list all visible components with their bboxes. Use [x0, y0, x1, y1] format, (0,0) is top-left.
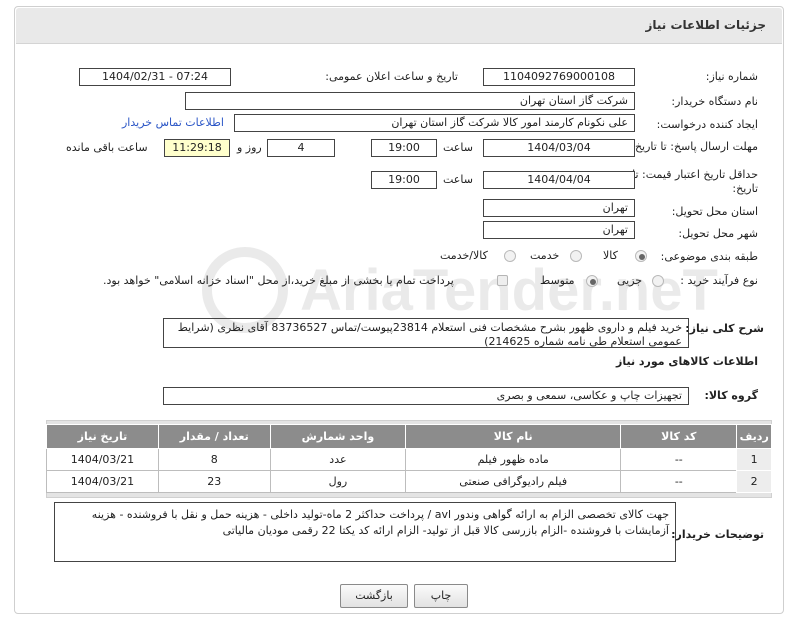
item-quantity: 8	[157, 448, 271, 471]
item-unit: عدد	[269, 448, 407, 471]
item-code: --	[620, 448, 738, 471]
process-option-medium: متوسط	[540, 274, 575, 287]
deadline-time-field[interactable]: 19:00	[371, 139, 437, 157]
item-need-date: 1404/03/21	[46, 448, 159, 471]
table-row[interactable]: 2 -- فیلم رادیوگرافی صنعتی رول 23 1404/0…	[46, 470, 772, 493]
need-number-label: شماره نیاز:	[705, 70, 758, 83]
row-number: 2	[736, 470, 772, 493]
item-need-date: 1404/03/21	[46, 470, 159, 493]
province-label: استان محل تحویل:	[671, 205, 758, 218]
col-unit: واحد شمارش	[269, 424, 407, 449]
buyer-org-label: نام دستگاه خریدار:	[671, 95, 758, 108]
days-label: روز و	[237, 141, 262, 154]
deadline-label: مهلت ارسال پاسخ: تا تاریخ:	[631, 140, 758, 153]
deadline-date-field[interactable]: 1404/03/04	[483, 139, 635, 157]
panel-header: جزئیات اطلاعات نیاز	[16, 8, 782, 44]
validity-time-field[interactable]: 19:00	[371, 171, 437, 189]
back-button[interactable]: بازگشت	[340, 584, 408, 608]
process-radio-minor[interactable]	[652, 275, 664, 287]
row-number: 1	[736, 448, 772, 471]
items-table: ردیف کد کالا نام کالا واحد شمارش تعداد /…	[46, 424, 772, 493]
announce-field[interactable]: 1404/02/31 - 07:24	[79, 68, 231, 86]
creator-field[interactable]: علی نکونام کارمند امور کالا شرکت گاز است…	[234, 114, 635, 132]
city-field[interactable]: تهران	[483, 221, 635, 239]
process-label: نوع فرآیند خرید :	[680, 274, 758, 287]
category-label: طبقه بندی موضوعی:	[660, 250, 758, 263]
category-radio-goods[interactable]	[635, 250, 647, 262]
payment-note: پرداخت تمام یا بخشی از مبلغ خرید،از محل …	[103, 274, 454, 287]
print-button[interactable]: چاپ	[414, 584, 468, 608]
item-quantity: 23	[157, 470, 271, 493]
item-code: --	[620, 470, 738, 493]
validity-label: حداقل تاریخ اعتبار قیمت: تا تاریخ:	[632, 168, 758, 195]
buyer-notes-field[interactable]: جهت کالای تخصصی الزام به ارائه گواهی وند…	[54, 502, 676, 562]
treasury-payment-checkbox[interactable]	[497, 275, 508, 286]
deadline-time-label: ساعت	[443, 141, 473, 154]
process-option-minor: جزیی	[617, 274, 643, 287]
category-radio-both[interactable]	[504, 250, 516, 262]
table-row[interactable]: 1 -- ماده ظهور فیلم عدد 8 1404/03/21	[46, 448, 772, 471]
buyer-org-field[interactable]: شرکت گاز استان تهران	[185, 92, 635, 110]
validity-time-label: ساعت	[443, 173, 473, 186]
col-item-name: نام کالا	[405, 424, 622, 449]
col-item-code: کد کالا	[620, 424, 738, 449]
goods-group-field[interactable]: تجهیزات چاپ و عکاسی، سمعی و بصری	[163, 387, 689, 405]
summary-field[interactable]: خرید فیلم و داروی ظهور بشرح مشخصات فنی ا…	[163, 318, 689, 348]
validity-date-field[interactable]: 1404/04/04	[483, 171, 635, 189]
remaining-time-field: 11:29:18	[164, 139, 230, 157]
item-name: ماده ظهور فیلم	[405, 448, 622, 471]
announce-label: تاریخ و ساعت اعلان عمومی:	[325, 70, 458, 83]
item-name: فیلم رادیوگرافی صنعتی	[405, 470, 622, 493]
creator-label: ایجاد کننده درخواست:	[656, 118, 758, 131]
days-field[interactable]: 4	[267, 139, 335, 157]
summary-label: شرح کلی نیاز:	[685, 322, 764, 335]
goods-info-title: اطلاعات کالاهای مورد نیاز	[616, 355, 758, 368]
category-option-goods: کالا	[603, 249, 618, 262]
col-quantity: تعداد / مقدار	[157, 424, 271, 449]
category-option-service: خدمت	[530, 249, 560, 262]
process-radio-medium[interactable]	[586, 275, 598, 287]
category-radio-service[interactable]	[570, 250, 582, 262]
category-option-both: کالا/خدمت	[440, 249, 488, 262]
province-field[interactable]: تهران	[483, 199, 635, 217]
buyer-notes-label: توضیحات خریدار:	[671, 528, 764, 541]
city-label: شهر محل تحویل:	[678, 227, 758, 240]
panel-title: جزئیات اطلاعات نیاز	[645, 18, 766, 32]
item-unit: رول	[269, 470, 407, 493]
goods-group-label: گروه کالا:	[704, 389, 758, 402]
col-need-date: تاریخ نیاز	[46, 424, 159, 449]
table-header-row: ردیف کد کالا نام کالا واحد شمارش تعداد /…	[46, 424, 772, 449]
remaining-label: ساعت باقی مانده	[66, 141, 148, 154]
col-row-number: ردیف	[736, 424, 772, 449]
need-number-field[interactable]: 1104092769000108	[483, 68, 635, 86]
buyer-contact-link[interactable]: اطلاعات تماس خریدار	[122, 116, 224, 129]
